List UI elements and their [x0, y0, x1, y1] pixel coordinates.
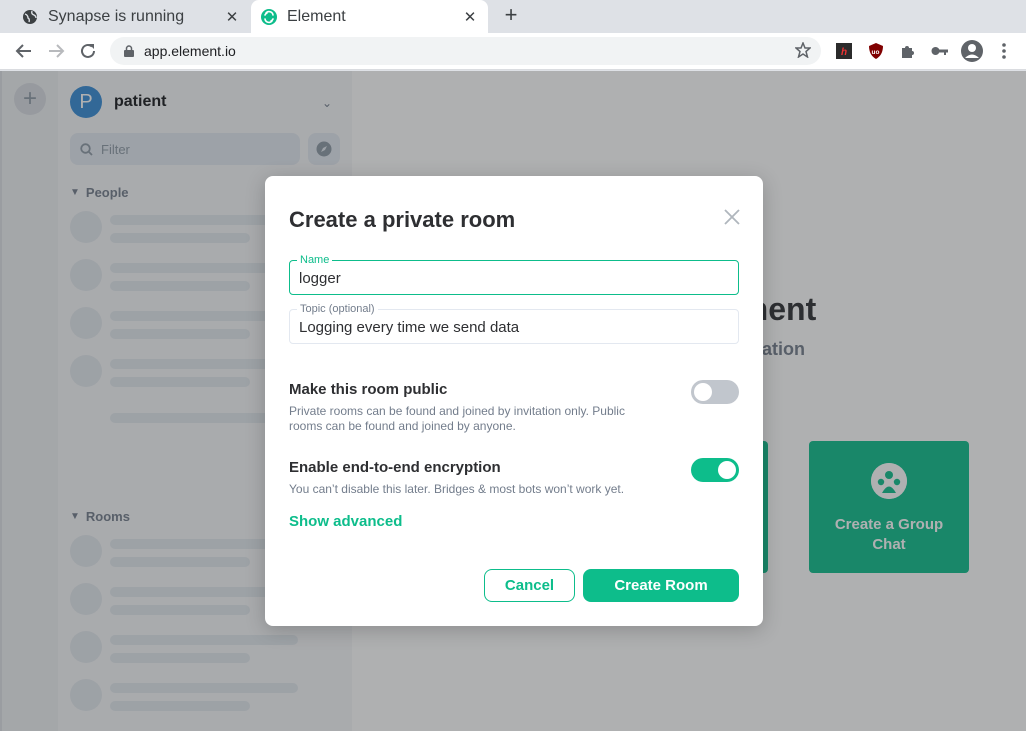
- browser-tab-element[interactable]: Element ✕: [251, 0, 488, 33]
- public-room-title: Make this room public: [289, 381, 448, 398]
- create-room-dialog: Create a private room Name logger Topic …: [265, 176, 763, 626]
- browser-tab-strip: Synapse is running ✕ Element ✕ +: [0, 0, 1026, 33]
- close-icon[interactable]: [723, 208, 741, 226]
- url-text: app.element.io: [144, 43, 236, 59]
- public-room-description: Private rooms can be found and joined by…: [289, 404, 625, 433]
- tab-close-icon[interactable]: ✕: [224, 8, 240, 26]
- room-topic-field[interactable]: Topic (optional) Logging every time we s…: [289, 303, 739, 344]
- e2e-encryption-title: Enable end-to-end encryption: [289, 459, 501, 476]
- show-advanced-link[interactable]: Show advanced: [289, 513, 402, 530]
- field-label: Topic (optional): [297, 303, 378, 315]
- new-tab-icon[interactable]: +: [500, 4, 522, 27]
- tab-title: Element: [287, 7, 346, 25]
- e2e-encryption-description: You can’t disable this later. Bridges & …: [289, 482, 625, 496]
- reload-icon[interactable]: [77, 40, 99, 62]
- svg-text:uo: uo: [872, 49, 880, 56]
- browser-menu-icon[interactable]: [993, 40, 1015, 62]
- svg-text:h: h: [841, 47, 847, 58]
- key-icon[interactable]: [929, 40, 951, 62]
- address-bar[interactable]: app.element.io: [110, 37, 821, 65]
- create-room-button[interactable]: Create Room: [583, 569, 739, 602]
- extensions-puzzle-icon[interactable]: [897, 40, 919, 62]
- back-icon[interactable]: [13, 40, 35, 62]
- tab-close-icon[interactable]: ✕: [462, 8, 478, 26]
- element-logo-icon: [261, 8, 277, 25]
- field-value: Logging every time we send data: [299, 319, 520, 336]
- field-value: logger: [299, 270, 341, 287]
- dialog-title: Create a private room: [289, 207, 516, 232]
- tab-title: Synapse is running: [48, 7, 185, 25]
- forward-icon[interactable]: [45, 40, 67, 62]
- public-room-toggle[interactable]: [691, 380, 739, 404]
- browser-tab-synapse[interactable]: Synapse is running ✕: [0, 0, 250, 33]
- cancel-button[interactable]: Cancel: [484, 569, 575, 602]
- extension-h-icon[interactable]: h: [833, 40, 855, 62]
- browser-toolbar: app.element.io h uo: [0, 33, 1026, 70]
- room-name-field[interactable]: Name logger: [289, 254, 739, 295]
- lock-icon: [124, 45, 134, 57]
- e2e-encryption-toggle[interactable]: [691, 458, 739, 482]
- ublock-shield-icon[interactable]: uo: [865, 40, 887, 62]
- profile-avatar-icon[interactable]: [961, 40, 983, 62]
- bookmark-star-icon[interactable]: [794, 40, 812, 61]
- field-label: Name: [297, 254, 333, 266]
- globe-icon: [22, 9, 38, 25]
